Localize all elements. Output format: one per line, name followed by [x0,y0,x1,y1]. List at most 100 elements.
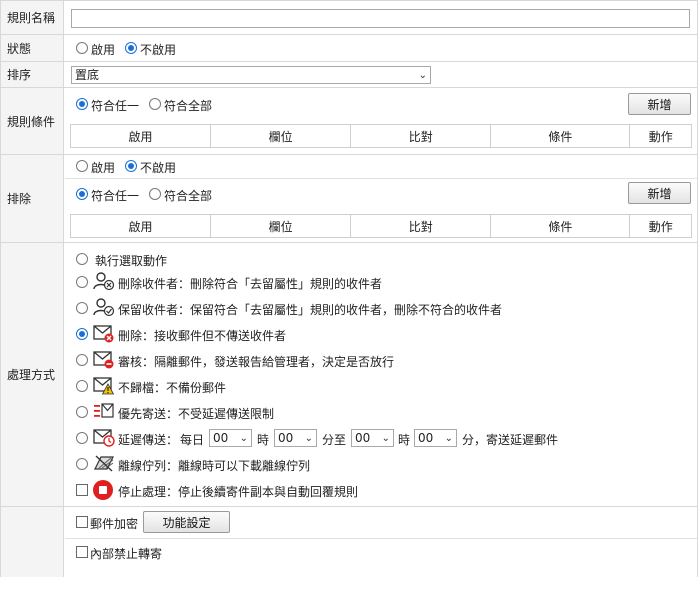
action-review-label: 審核：隔離郵件，發送報告給管理者，決定是否放行 [118,355,395,369]
label-rule-name: 規則名稱 [0,1,64,34]
order-select-value: 置底 [75,68,100,82]
conditions-any-label: 符合任一 [91,99,140,113]
no-forward-label: 內部禁止轉寄 [90,547,163,561]
label-status: 狀態 [0,35,64,61]
action-select-radio[interactable] [76,253,88,265]
mail-clock-icon [93,429,115,447]
conditions-table-header: 啟用 欄位 比對 條件 動作 [70,124,692,148]
status-enabled-radio[interactable] [76,42,88,54]
exclude-disabled-radio[interactable] [125,160,137,172]
row-action: 處理方式 執行選取動作 刪除收件者：刪除符合「去留屬性」規則的收件者 保留收件者… [0,243,698,507]
conditions-any-radio[interactable] [76,98,88,110]
exclude-disabled-label: 不啟用 [140,161,177,175]
exclude-enabled-label: 啟用 [91,161,116,175]
delay-from-minute-select[interactable]: 00 ⌄ [274,429,317,447]
delay-from-minute-value: 00 [278,431,294,445]
row-extra: 郵件加密 功能設定 內部禁止轉寄 [0,507,698,577]
conditions-col-field: 欄位 [211,125,352,147]
delay-to-minute-value: 00 [418,431,434,445]
exclude-enabled-radio[interactable] [76,160,88,172]
exclude-col-action: 動作 [648,219,673,234]
mail-warning-icon [93,377,115,395]
mail-priority-icon [94,403,114,418]
action-keep-recipient-radio[interactable] [76,302,88,314]
status-disabled-radio[interactable] [125,42,137,54]
exclude-any-label: 符合任一 [91,189,140,203]
action-select-label: 執行選取動作 [95,254,168,268]
conditions-all-radio[interactable] [149,98,161,110]
exclude-col-criteria: 條件 [491,215,631,237]
status-enabled-label: 啟用 [91,43,116,57]
exclude-all-label: 符合全部 [164,189,213,203]
row-order: 排序 置底 ⌄ [0,62,698,88]
chevron-down-icon: ⌄ [304,433,313,444]
exclude-col-field: 欄位 [211,215,352,237]
order-select[interactable]: 置底 ⌄ [71,66,431,84]
action-offline-label: 離線佇列：離線時可以下載離線佇列 [118,459,311,473]
exclude-all-radio[interactable] [149,188,161,200]
mail-delete-icon [93,325,114,343]
user-check-icon [93,298,115,317]
rule-name-input[interactable] [71,9,690,28]
delay-tail-label: 分，寄送延遲郵件 [462,433,559,447]
mail-block-icon [93,351,114,369]
exclude-any-radio[interactable] [76,188,88,200]
no-forward-checkbox[interactable] [76,546,88,558]
function-settings-button[interactable]: 功能設定 [143,511,230,533]
chevron-down-icon: ⌄ [381,433,390,444]
chevron-down-icon: ⌄ [239,433,248,444]
action-delete-recipient-radio[interactable] [76,276,88,288]
action-no-archive-radio[interactable] [76,380,88,392]
conditions-col-criteria: 條件 [491,125,631,147]
label-conditions: 規則條件 [0,88,64,154]
conditions-add-button[interactable]: 新增 [628,93,691,115]
row-rule-name: 規則名稱 [0,1,698,35]
action-delete-recipient-label: 刪除收件者：刪除符合「去留屬性」規則的收件者 [118,277,383,291]
action-delete-radio[interactable] [76,328,88,340]
user-remove-icon [93,272,115,291]
exclude-add-button[interactable]: 新增 [628,182,691,204]
label-order: 排序 [0,62,64,87]
chevron-down-icon: ⌄ [444,433,453,444]
action-stop-checkbox[interactable] [76,484,88,496]
action-no-archive-label: 不歸檔：不備份郵件 [118,381,227,395]
label-extra [0,507,64,577]
delay-from-hour-select[interactable]: 00 ⌄ [209,429,252,447]
delay-to-minute-select[interactable]: 00 ⌄ [414,429,457,447]
chevron-down-icon: ⌄ [418,70,427,81]
offline-queue-icon [94,455,114,472]
action-priority-label: 優先寄送：不受延遲傳送限制 [118,407,275,421]
action-offline-radio[interactable] [76,458,88,470]
action-delay-label: 延遲傳送： [118,433,179,447]
action-keep-recipient-label: 保留收件者：保留符合「去留屬性」規則的收件者，刪除不符合的收件者 [118,303,503,317]
conditions-col-action: 動作 [648,129,673,144]
action-priority-radio[interactable] [76,406,88,418]
delay-hour-unit-1: 時 [257,433,270,447]
stop-icon [93,480,113,500]
row-exclude: 排除 啟用 不啟用 符合任一 符合全部 新增 啟用 欄位 比對 條件 動作 [0,155,698,243]
row-status: 狀態 啟用 不啟用 [0,35,698,62]
action-review-radio[interactable] [76,354,88,366]
conditions-all-label: 符合全部 [164,99,213,113]
delay-to-hour-select[interactable]: 00 ⌄ [351,429,394,447]
action-delete-label: 刪除：接收郵件但不傳送收件者 [118,329,287,343]
action-stop-label: 停止處理：停止後續寄件副本與自動回覆規則 [118,485,359,499]
exclude-col-compare: 比對 [351,215,492,237]
action-delay-daily-label: 每日 [180,433,205,447]
action-delay-radio[interactable] [76,432,88,444]
encrypt-label: 郵件加密 [90,517,139,531]
conditions-col-enabled: 啟用 [71,125,212,147]
delay-to-hour-value: 00 [355,431,371,445]
status-disabled-label: 不啟用 [140,43,177,57]
encrypt-checkbox[interactable] [76,516,88,528]
delay-hour-unit-2: 時 [398,433,411,447]
conditions-col-compare: 比對 [351,125,492,147]
delay-to-label: 分至 [322,433,347,447]
row-conditions: 規則條件 符合任一 符合全部 新增 啟用 欄位 比對 條件 動作 [0,88,698,155]
rule-form: 規則名稱 狀態 啟用 不啟用 排序 置底 ⌄ 規則條件 符合任一 符合全部 新增… [0,0,698,601]
exclude-table-header: 啟用 欄位 比對 條件 動作 [70,214,692,238]
exclude-col-enabled: 啟用 [71,215,212,237]
delay-from-hour-value: 00 [213,431,229,445]
label-exclude: 排除 [0,155,64,242]
label-action: 處理方式 [0,243,64,506]
